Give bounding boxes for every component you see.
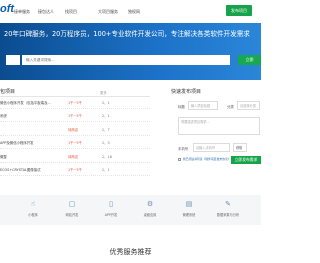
chart-icon: ▤ <box>185 200 193 208</box>
nav-item-1[interactable]: 接单服务 <box>14 9 30 15</box>
nav-item-5[interactable]: 独权网 <box>128 9 140 15</box>
title-label: 标题 <box>178 105 185 109</box>
category-label: 数据采集与分析 <box>216 213 240 217</box>
project-title: 微信小程序开发（包括平板端及... <box>0 101 51 105</box>
search-type-select[interactable] <box>6 55 20 65</box>
nav-item-3[interactable]: 找项目 <box>65 9 77 15</box>
phone-input[interactable]: 请输入手机号 <box>193 143 230 152</box>
gear-icon: ⚙ <box>146 200 154 208</box>
project-price: 1千~5千 <box>68 168 82 172</box>
category-label: 管理系统 <box>182 213 196 217</box>
category-item[interactable]: ▢ 网站开发 <box>57 200 87 217</box>
project-price: 待商议 <box>68 155 79 159</box>
list-item[interactable]: 待商议 2、7 <box>0 126 150 136</box>
category-label: 网站开发 <box>65 213 79 217</box>
category-label: APP开发 <box>104 213 118 217</box>
project-price: 1千~5千 <box>68 141 82 145</box>
project-list-panel: 包项目 更多 微信小程序开发（包括平板端及... 1千~5千 2、1 系统 1千… <box>0 82 158 182</box>
site-logo[interactable]: oft <box>0 3 14 15</box>
quick-post-title: 快速发布项目 <box>171 89 202 95</box>
project-count: 2、1 <box>102 168 110 172</box>
divider <box>0 96 150 97</box>
category-item[interactable]: ▯ APP开发 <box>96 200 126 217</box>
type-select[interactable]: 请选择分类 <box>237 101 260 110</box>
project-title: ECOS+CRYSTAL图像接试 <box>0 168 41 172</box>
phone-label: 手机号 <box>178 147 189 151</box>
agreement-text[interactable]: 我已阅读并同意《软件项目发布协议》 <box>183 157 231 161</box>
list-item[interactable]: 系统 1千~5千 2、1 <box>0 112 150 122</box>
banner-title: 20年口碑服务，20万程序员，100+专业软件开发公司，专注解决各类软件开发需求 <box>4 30 250 38</box>
search-button[interactable]: 立即 <box>238 55 261 65</box>
project-price: 待商议 <box>68 128 79 132</box>
project-count: 2、1 <box>102 101 110 105</box>
project-title: 系统 <box>0 114 7 118</box>
project-title: 微整 <box>0 155 7 159</box>
project-count: 2、16 <box>102 155 112 159</box>
project-count: 2、3 <box>102 141 110 145</box>
section-title: 优秀服务推荐 <box>109 248 152 256</box>
search-input[interactable] <box>22 55 230 65</box>
category-item[interactable]: ⚙ 桌面应用 <box>135 200 165 217</box>
title-input[interactable]: 输入项目标题 <box>188 101 218 110</box>
project-price: 1千~5千 <box>68 114 82 118</box>
get-code-button[interactable]: 获取 <box>233 143 247 152</box>
list-item[interactable]: 微信小程序开发（包括平板端及... 1千~5千 2、1 <box>0 99 150 109</box>
agree-checkbox[interactable] <box>178 158 181 161</box>
category-item[interactable]: ▤ 管理系统 <box>174 200 204 217</box>
list-item[interactable]: 微整 待商议 2、16 <box>0 153 150 163</box>
nav-item-4[interactable]: 大项目服务 <box>98 9 118 15</box>
tool-icon: ✎ <box>225 200 231 208</box>
category-label: 小程序 <box>28 213 38 217</box>
list-item[interactable]: ECOS+CRYSTAL图像接试 1千~5千 2、1 <box>0 166 150 176</box>
project-title: APP及微信小程序开发 <box>0 141 34 145</box>
project-price: 1千~5千 <box>68 101 82 105</box>
category-item[interactable]: ✎ 数据采集与分析 <box>213 200 243 217</box>
project-count: 2、1 <box>102 114 110 118</box>
list-item[interactable]: APP及微信小程序开发 1千~5千 2、3 <box>0 139 150 149</box>
description-textarea[interactable]: 简要描述项目需求... <box>178 117 260 135</box>
web-icon: ▢ <box>68 200 76 208</box>
submit-publish-button[interactable]: 立即发布需求 <box>231 156 261 164</box>
project-count: 2、7 <box>102 128 110 132</box>
category-item[interactable]: ☝ 小程序 <box>18 200 48 217</box>
category-label: 桌面应用 <box>143 213 157 217</box>
hand-icon: ☝ <box>30 200 36 208</box>
nav-item-2[interactable]: 接包达人 <box>38 9 54 15</box>
more-link[interactable]: 更多 <box>100 90 107 95</box>
app-icon: ▯ <box>109 200 113 208</box>
post-project-button[interactable]: 发布项目 <box>226 5 252 16</box>
project-list-title: 包项目 <box>0 89 16 95</box>
quick-post-panel: 快速发布项目 标题 输入项目标题 分类 请选择分类 简要描述项目需求... 手机… <box>167 82 261 182</box>
type-label: 分类 <box>227 105 234 109</box>
